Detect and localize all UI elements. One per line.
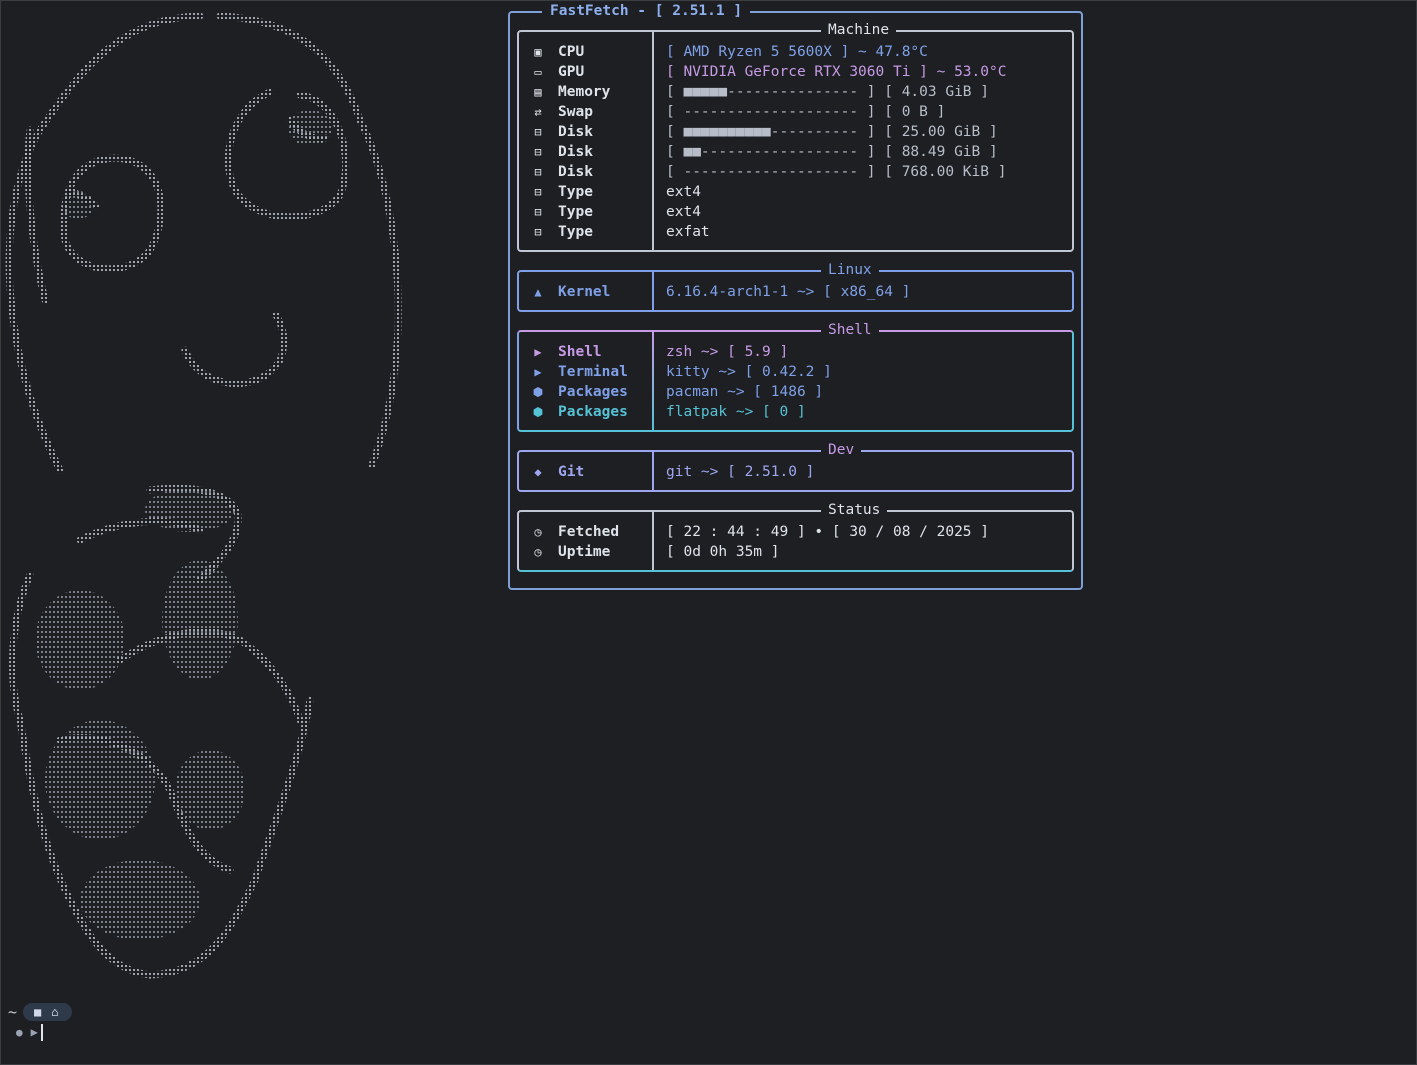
terminal-icon: ▶ <box>534 345 542 359</box>
machine-label: Disk <box>558 124 593 140</box>
shell-value: kitty ~> [ 0.42.2 ] <box>666 364 832 380</box>
machine-row: ⊟ Type ext4 <box>530 202 1070 222</box>
shell-label: Terminal <box>558 364 628 380</box>
machine-value: [ ■■■■■--------------- ] [ 4.03 GiB ] <box>666 84 990 100</box>
status-label: Uptime <box>558 544 611 560</box>
home-icon: ⌂ <box>51 1005 59 1019</box>
machine-panel-title: Machine <box>821 22 897 38</box>
machine-label: Disk <box>558 144 593 160</box>
disk-icon: ⊟ <box>534 145 542 159</box>
ascii-art-logo <box>5 12 402 979</box>
arch-icon: ▲ <box>534 285 542 299</box>
shell-row: ▶ Shell zsh ~> [ 5.9 ] <box>530 342 1070 362</box>
clock-icon: ◷ <box>534 545 542 559</box>
shell-row: ⬢ Packages flatpak ~> [ 0 ] <box>530 402 1070 422</box>
status-row: ◷ Uptime [ 0d 0h 35m ] <box>530 542 1070 562</box>
machine-value: exfat <box>666 224 710 240</box>
dev-label: Git <box>558 464 585 480</box>
machine-label: Memory <box>558 84 611 100</box>
shell-panel-title: Shell <box>821 322 879 338</box>
machine-label: Type <box>558 204 593 220</box>
cpu-icon: ▣ <box>534 45 542 59</box>
disk-icon: ⊟ <box>534 205 542 219</box>
git-icon: ◆ <box>534 465 542 479</box>
machine-row: ⊟ Disk [ ■■------------------ ] [ 88.49 Gi… <box>530 142 1070 162</box>
status-value: [ 22 : 44 : 49 ] • [ 30 / 08 / 2025 ] <box>666 524 990 540</box>
status-dot-icon: ● <box>16 1025 23 1039</box>
shell-prompt: ~ ■ ⌂ <box>8 1002 72 1022</box>
machine-value: [ ■■------------------ ] [ 88.49 GiB ] <box>666 144 998 160</box>
disk-icon: ⊟ <box>534 125 542 139</box>
machine-value: ext4 <box>666 204 701 220</box>
package-icon: ⬢ <box>532 405 544 419</box>
status-value: [ 0d 0h 35m ] <box>666 544 780 560</box>
shell-value: pacman ~> [ 1486 ] <box>666 384 824 400</box>
shell-value: flatpak ~> [ 0 ] <box>666 404 806 420</box>
shell-label: Packages <box>558 384 628 400</box>
machine-row: ⇄ Swap [ -------------------- ] [ 0 B ] <box>530 102 1070 122</box>
prompt-arrow-icon: ▶ <box>30 1025 38 1039</box>
linux-row: ▲ Kernel 6.16.4-arch1-1 ~> [ x86_64 ] <box>530 282 1070 302</box>
machine-row: ▣ CPU [ AMD Ryzen 5 5600X ] ~ 47.8°C <box>530 42 1070 62</box>
cursor <box>40 1023 43 1041</box>
status-label: Fetched <box>558 524 620 540</box>
memory-icon: ▤ <box>534 85 542 99</box>
shell-value: zsh ~> [ 5.9 ] <box>666 344 789 360</box>
machine-row: ⊟ Disk [ -------------------- ] [ 768.00 K… <box>530 162 1070 182</box>
machine-value: [ -------------------- ] [ 768.00 KiB ] <box>666 164 1007 180</box>
package-icon: ⬢ <box>532 385 544 399</box>
machine-label: Swap <box>558 104 593 120</box>
status-row: ◷ Fetched [ 22 : 44 : 49 ] • [ 30 / 08 / 2… <box>530 522 1070 542</box>
machine-value: [ NVIDIA GeForce RTX 3060 Ti ] ~ 53.0°C <box>666 64 1007 80</box>
swap-icon: ⇄ <box>534 105 542 119</box>
machine-row: ▭ GPU [ NVIDIA GeForce RTX 3060 Ti ] ~ 53.… <box>530 62 1070 82</box>
status-panel-title: Status <box>821 502 888 518</box>
linux-label: Kernel <box>558 284 611 300</box>
terminal-icon: ▶ <box>534 365 542 379</box>
linux-panel-title: Linux <box>821 262 879 278</box>
folder-icon: ■ <box>34 1005 42 1019</box>
machine-label: CPU <box>558 44 585 60</box>
fastfetch-title: FastFetch - [ 2.51.1 ] <box>542 3 751 19</box>
machine-value: [ ■■■■■■■■■■---------- ] [ 25.00 GiB ] <box>666 124 998 140</box>
disk-icon: ⊟ <box>534 225 542 239</box>
shell-label: Packages <box>558 404 628 420</box>
machine-label: Type <box>558 224 593 240</box>
dev-panel-title: Dev <box>821 442 862 458</box>
dev-value: git ~> [ 2.51.0 ] <box>666 464 815 480</box>
machine-row: ⊟ Disk [ ■■■■■■■■■■---------- ] [ 25.00 Gi… <box>530 122 1070 142</box>
clock-icon: ◷ <box>534 525 542 539</box>
machine-row: ⊟ Type ext4 <box>530 182 1070 202</box>
machine-value: [ AMD Ryzen 5 5600X ] ~ 47.8°C <box>666 44 928 60</box>
shell-row: ⬢ Packages pacman ~> [ 1486 ] <box>530 382 1070 402</box>
disk-icon: ⊟ <box>534 185 542 199</box>
machine-label: GPU <box>558 64 585 80</box>
gpu-icon: ▭ <box>534 65 542 79</box>
shell-label: Shell <box>558 344 602 360</box>
shell-row: ▶ Terminal kitty ~> [ 0.42.2 ] <box>530 362 1070 382</box>
prompt-segment: ■ ⌂ <box>23 1003 72 1021</box>
dev-row: ◆ Git git ~> [ 2.51.0 ] <box>530 462 1070 482</box>
machine-value: ext4 <box>666 184 701 200</box>
machine-label: Disk <box>558 164 593 180</box>
machine-row: ⊟ Type exfat <box>530 222 1070 242</box>
home-path: ~ <box>8 1003 18 1021</box>
prompt-input[interactable]: ● ▶ <box>16 1022 43 1042</box>
machine-value: [ -------------------- ] [ 0 B ] <box>666 104 946 120</box>
disk-icon: ⊟ <box>534 165 542 179</box>
machine-label: Type <box>558 184 593 200</box>
machine-row: ▤ Memory [ ■■■■■--------------- ] [ 4.03 G… <box>530 82 1070 102</box>
linux-value: 6.16.4-arch1-1 ~> [ x86_64 ] <box>666 284 911 300</box>
